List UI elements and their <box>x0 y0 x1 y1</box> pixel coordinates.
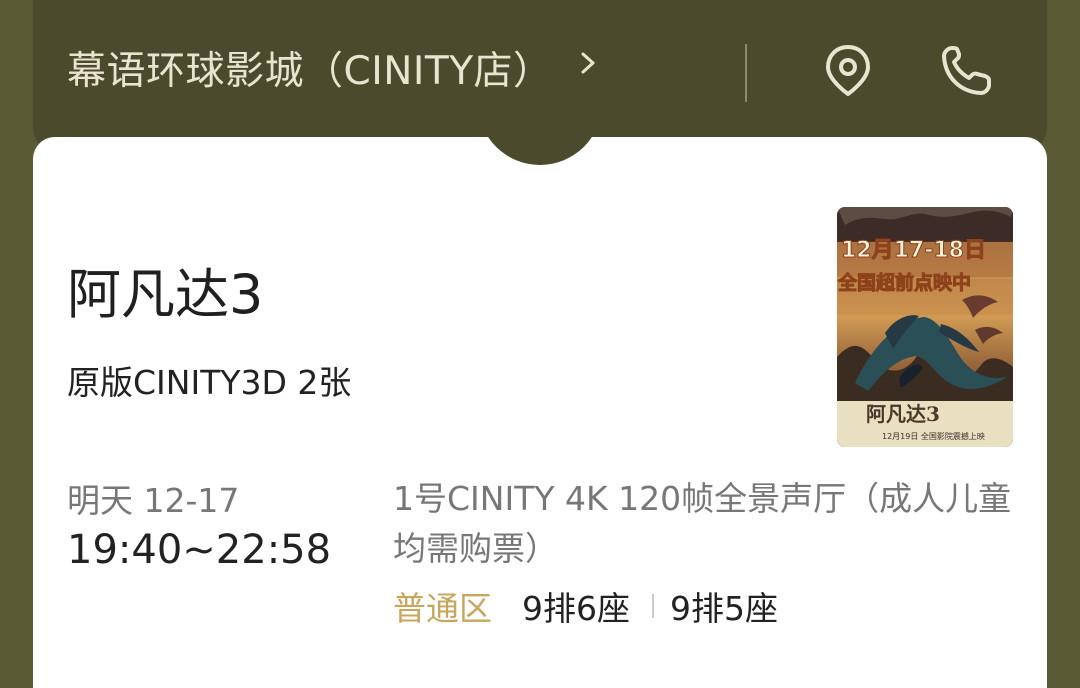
poster-subline: 全国超前点映中 <box>837 271 971 294</box>
order-detail-page: 幕语环球影城（CINITY店） 阿凡达3 原版CINITY3D 2张 12月17… <box>0 0 1080 688</box>
show-time: 19:40~22:58 <box>67 527 332 573</box>
seat-label: 9排6座 <box>522 589 630 628</box>
header-divider <box>745 44 747 102</box>
seat-label: 9排5座 <box>670 589 778 628</box>
phone-icon[interactable] <box>937 40 997 100</box>
cinema-name[interactable]: 幕语环球影城（CINITY店） <box>67 40 553 96</box>
hall-name: 1号CINITY 4K 120帧全景声厅（成人儿童均需购票） <box>393 479 1012 568</box>
movie-poster[interactable]: 12月17-18日 全国超前点映中 阿凡达3 12月19日 全国影院震撼上映 <box>837 207 1013 447</box>
ticket-card: 阿凡达3 原版CINITY3D 2张 12月17-18日 全国超前点映中 阿凡达… <box>33 101 1047 688</box>
location-pin-icon[interactable] <box>818 40 878 100</box>
poster-footer: 12月19日 全国影院震撼上映 <box>882 431 985 441</box>
movie-title: 阿凡达3 <box>67 263 264 326</box>
poster-title: 阿凡达3 <box>866 402 940 426</box>
seat-separator <box>652 594 654 618</box>
seat-area: 普通区 <box>393 589 492 628</box>
ticket-notch <box>478 101 602 165</box>
show-date: 明天 12-17 <box>67 481 240 520</box>
movie-format: 原版CINITY3D 2张 <box>67 363 352 402</box>
chevron-right-icon[interactable] <box>575 48 601 78</box>
seat-row: 普通区 9排6座 9排5座 <box>393 582 778 630</box>
poster-headline: 12月17-18日 <box>841 238 986 263</box>
